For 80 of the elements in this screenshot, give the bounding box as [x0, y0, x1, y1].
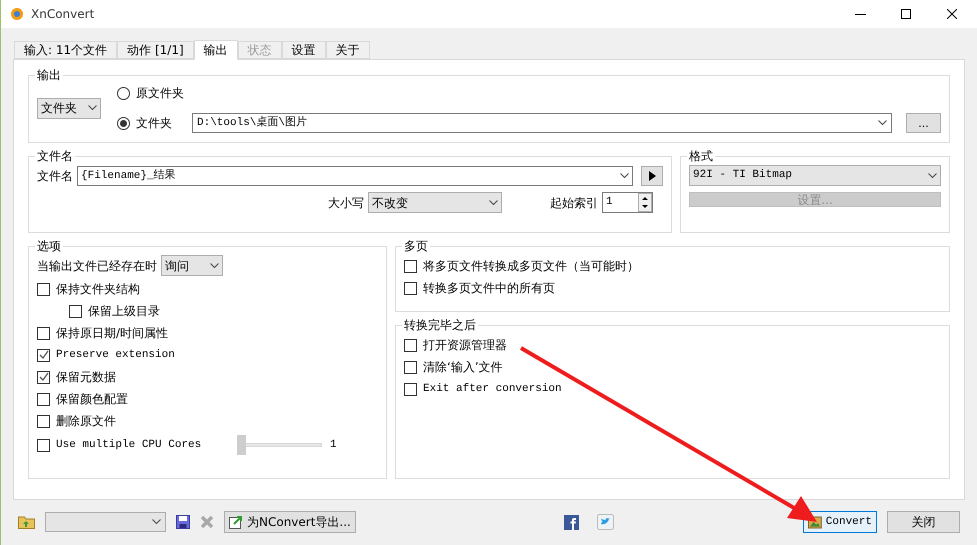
- save-icon[interactable]: [176, 515, 190, 529]
- filename-field[interactable]: {Filename}_结果: [77, 166, 633, 186]
- close-icon: [947, 9, 957, 19]
- group-title: 文件名: [36, 148, 74, 165]
- checkbox-label: 将多页文件转换成多页文件（当可能时）: [423, 258, 639, 275]
- field-label: 文件名: [37, 168, 73, 185]
- play-icon: [648, 171, 656, 181]
- export-icon: [229, 515, 243, 529]
- insert-button[interactable]: [641, 166, 663, 186]
- checkmark-icon: [38, 372, 48, 382]
- checkbox-label: 保留颜色配置: [56, 391, 128, 408]
- group-title: 转换完毕之后: [403, 317, 477, 334]
- radio-button[interactable]: [117, 86, 130, 100]
- format-dropdown[interactable]: 92I - TI Bitmap: [689, 165, 941, 186]
- checkbox-label: 保持原日期/时间属性: [56, 325, 168, 342]
- group-title: 多页: [403, 238, 429, 255]
- caret-icon: [620, 173, 629, 179]
- start-index-spinner[interactable]: 1: [602, 192, 653, 213]
- checkbox-label: 清除‘输入’文件: [423, 359, 503, 376]
- case-dropdown[interactable]: 不改变: [368, 192, 502, 213]
- checkbox-label: 转换多页文件中的所有页: [423, 280, 555, 297]
- checkbox[interactable]: [69, 304, 82, 318]
- checkbox-label: 打开资源管理器: [423, 337, 507, 354]
- slider-thumb[interactable]: [237, 435, 246, 455]
- tab[interactable]: 关于: [326, 41, 370, 59]
- group-title: 输出: [36, 67, 62, 84]
- tab[interactable]: 动作 [1/1]: [117, 41, 194, 59]
- convert-button[interactable]: Convert: [803, 511, 877, 533]
- checkbox[interactable]: [404, 382, 417, 396]
- checkbox-label: Preserve extension: [56, 348, 175, 363]
- checkbox-label: 保留元数据: [56, 369, 116, 386]
- caret-icon: [88, 105, 97, 111]
- checkbox-label: 保持文件夹结构: [56, 281, 140, 298]
- group-title: 格式: [688, 148, 714, 165]
- spinner-arrows-icon: [638, 193, 652, 212]
- checkbox[interactable]: [37, 392, 50, 406]
- tab[interactable]: 输出: [194, 40, 238, 60]
- mode-dropdown[interactable]: 文件夹: [37, 98, 101, 118]
- maximize-icon: [901, 9, 911, 19]
- tab[interactable]: 设置: [282, 41, 326, 59]
- caret-icon: [878, 120, 887, 126]
- field-label: 当输出文件已经存在时: [37, 258, 157, 274]
- checkbox[interactable]: [37, 282, 50, 296]
- checkbox[interactable]: [37, 348, 50, 362]
- browse-button[interactable]: ...: [906, 113, 941, 133]
- caret-icon: [210, 262, 219, 268]
- caret-icon: [152, 519, 161, 525]
- folder-icon[interactable]: [18, 515, 35, 529]
- field-label: 大小写: [328, 194, 364, 212]
- group-title: 选项: [36, 238, 62, 255]
- window-title: XnConvert: [31, 6, 94, 23]
- radio-label: 原文件夹: [136, 85, 185, 102]
- folder-path-field[interactable]: D:\tools\桌面\图片: [192, 113, 892, 133]
- checkbox[interactable]: [404, 282, 417, 294]
- checkbox[interactable]: [37, 326, 50, 340]
- radio-button[interactable]: [117, 116, 130, 130]
- tab[interactable]: 输入: 11个文件: [14, 41, 118, 59]
- bird-icon[interactable]: [596, 514, 614, 530]
- checkbox-label: Use multiple CPU Cores: [56, 438, 202, 453]
- checkmark-icon: [38, 350, 48, 360]
- field-label: 起始索引: [550, 194, 598, 212]
- app-logo-icon: [9, 6, 25, 22]
- checkbox-label: 保留上级目录: [88, 303, 160, 320]
- checkbox[interactable]: [37, 370, 50, 384]
- checkbox[interactable]: [404, 338, 417, 352]
- checkbox[interactable]: [404, 260, 417, 272]
- caret-icon: [928, 172, 937, 178]
- radio-label: 文件夹: [136, 115, 173, 132]
- checkbox[interactable]: [37, 414, 50, 428]
- cpu-slider[interactable]: [237, 435, 322, 455]
- caret-icon: [489, 200, 498, 206]
- checkbox[interactable]: [37, 438, 50, 452]
- export-button[interactable]: 为NConvert导出...: [224, 511, 356, 533]
- slider-value: 1: [330, 438, 337, 453]
- checkbox-label: Exit after conversion: [423, 382, 562, 397]
- checkbox[interactable]: [404, 360, 417, 374]
- overwrite-dropdown[interactable]: 询问: [161, 255, 223, 276]
- facebook-icon[interactable]: [564, 514, 579, 530]
- checkbox-label: 删除原文件: [56, 413, 116, 430]
- close-dialog-button[interactable]: 关闭: [887, 511, 960, 533]
